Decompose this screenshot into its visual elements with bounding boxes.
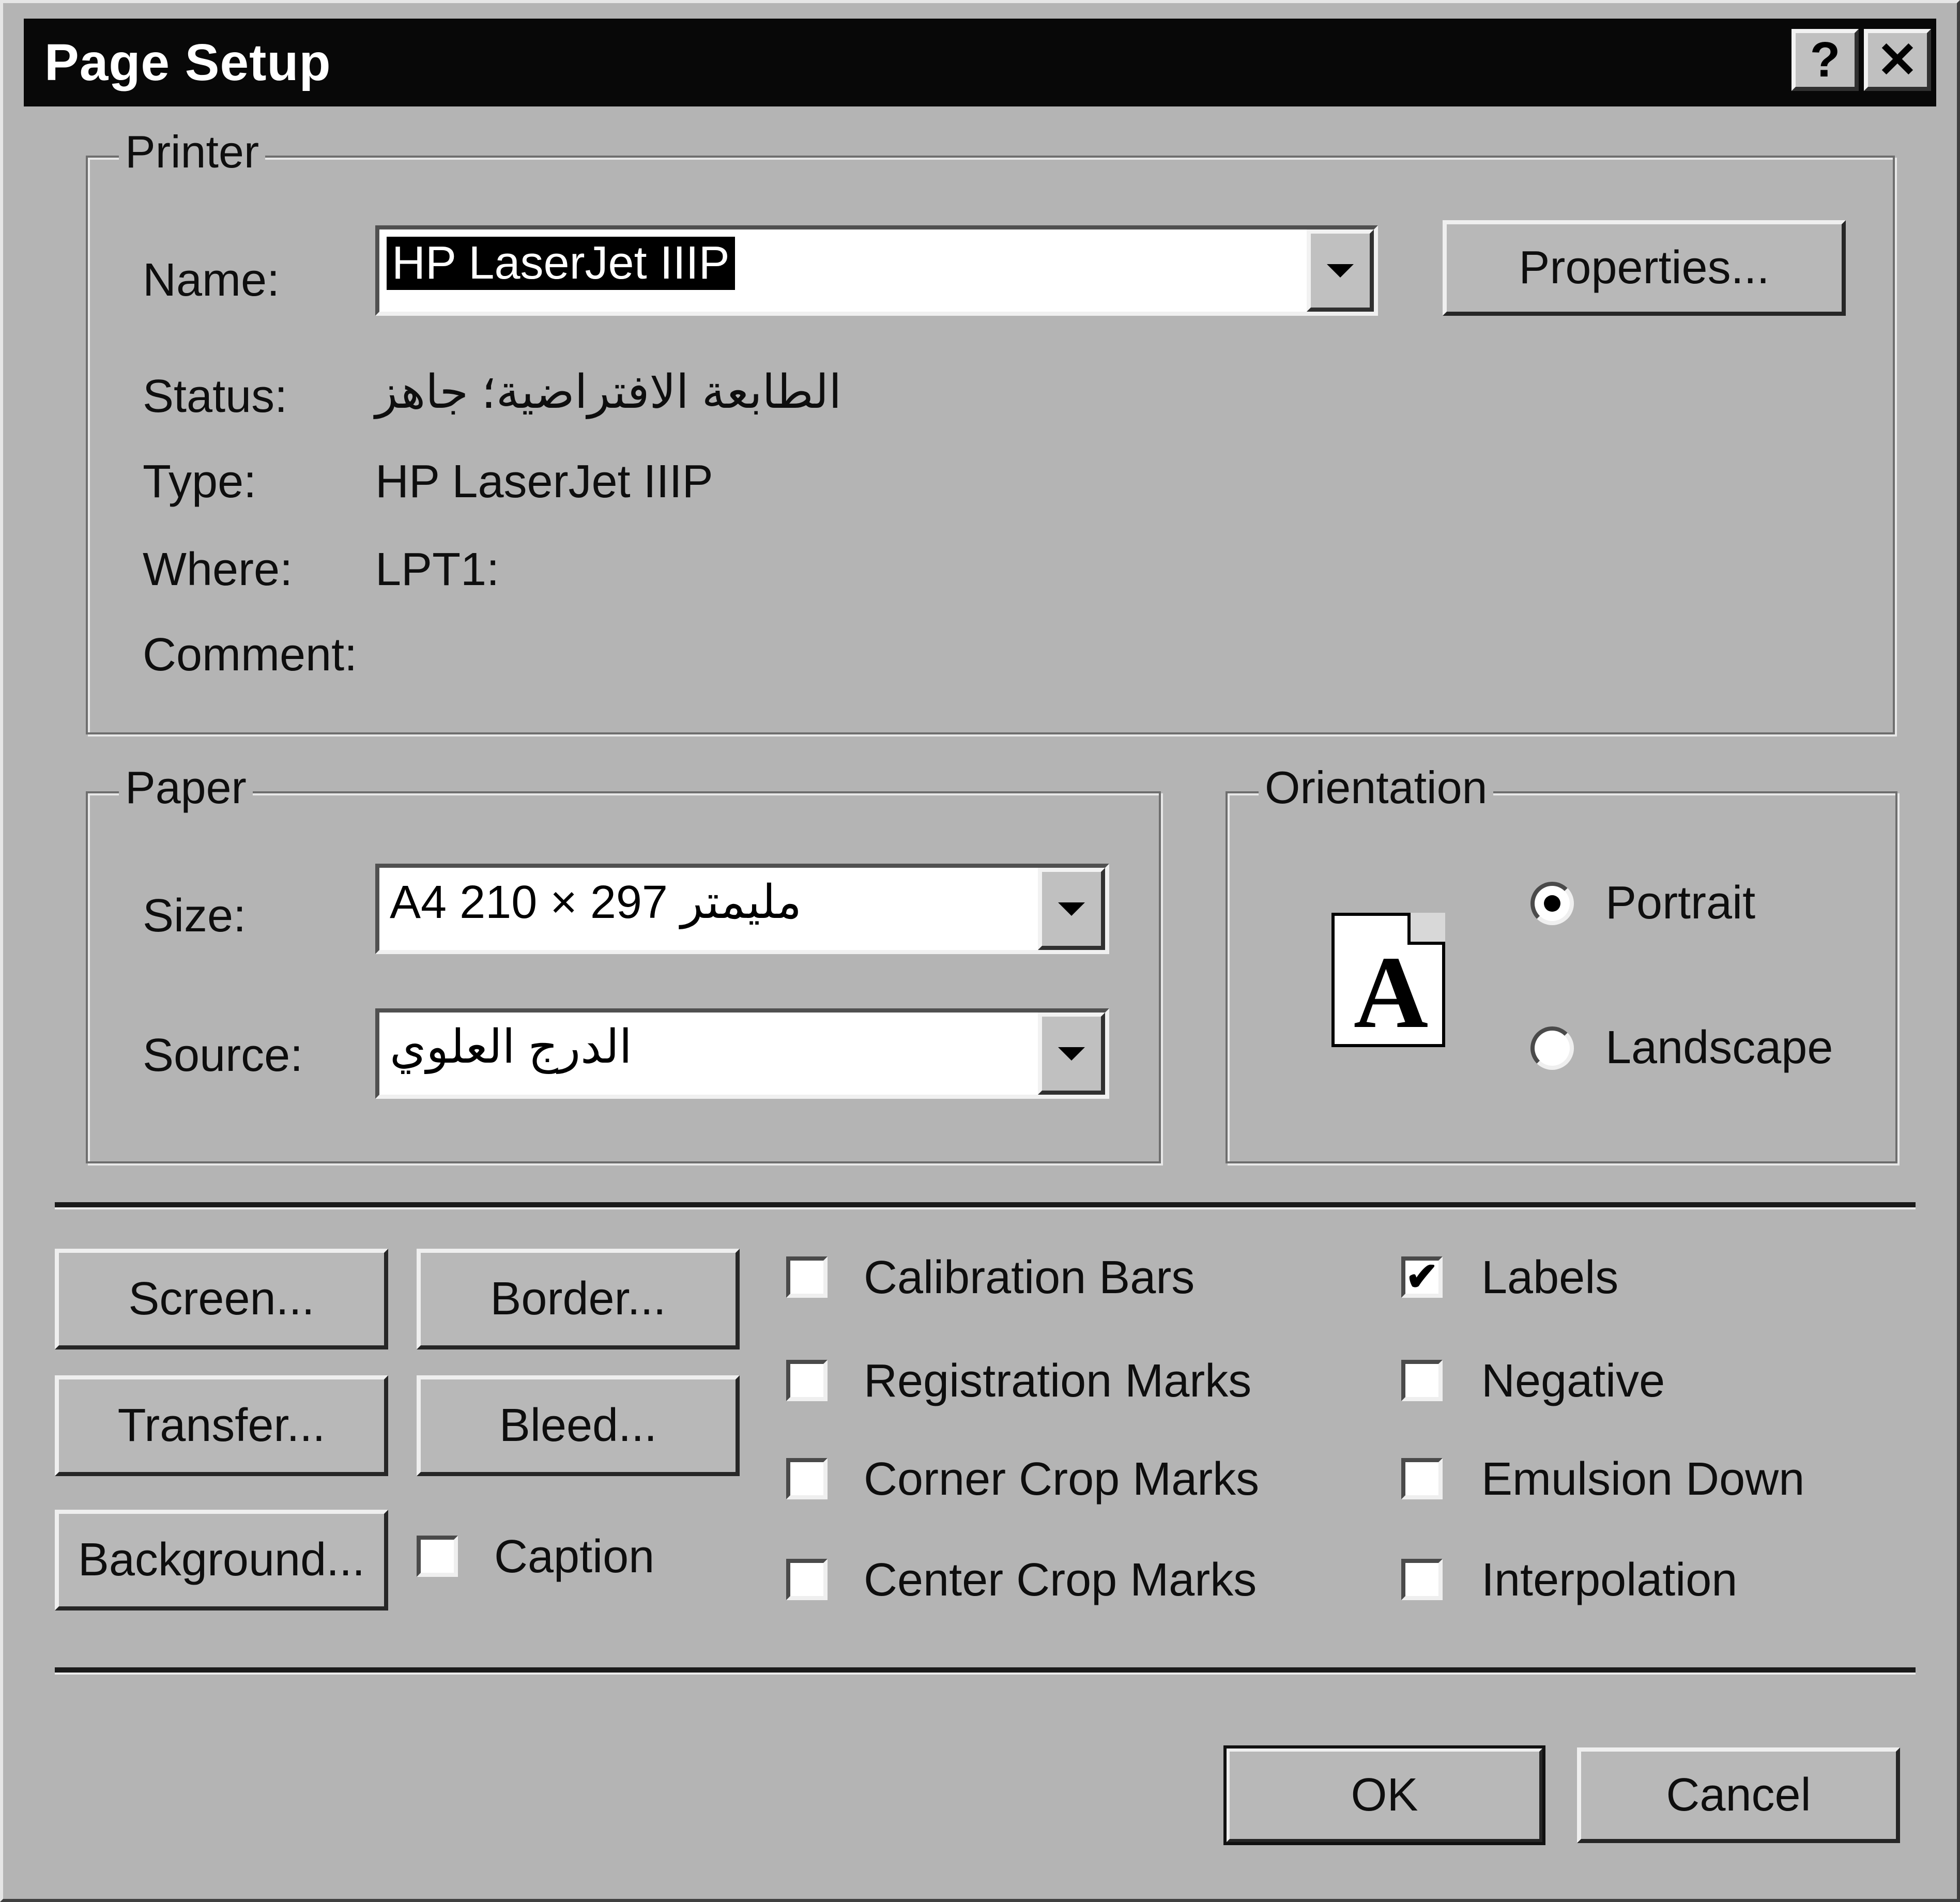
checkmark-icon: ✔ <box>1405 1255 1438 1299</box>
paper-source-value: الدرج العلوي <box>390 1021 632 1073</box>
help-button[interactable]: ? <box>1791 29 1859 91</box>
caption-label[interactable]: Caption <box>494 1530 654 1584</box>
emulsion-down-label[interactable]: Emulsion Down <box>1481 1453 1804 1506</box>
bleed-button[interactable]: Bleed... <box>417 1375 740 1476</box>
orientation-legend: Orientation <box>1259 761 1494 814</box>
background-button-label: Background... <box>78 1534 365 1586</box>
transfer-button[interactable]: Transfer... <box>55 1375 388 1476</box>
window-title: Page Setup <box>44 34 331 91</box>
labels-checkbox[interactable]: ✔ <box>1401 1256 1443 1298</box>
landscape-label[interactable]: Landscape <box>1605 1021 1833 1075</box>
printer-legend: Printer <box>119 126 266 178</box>
printer-name-label: Name: <box>143 254 280 306</box>
negative-checkbox[interactable] <box>1401 1360 1443 1401</box>
caption-checkbox[interactable] <box>417 1536 458 1577</box>
separator-bottom <box>55 1667 1916 1675</box>
chevron-down-icon <box>1058 902 1085 916</box>
portrait-label[interactable]: Portrait <box>1605 877 1755 930</box>
interpolation-checkbox[interactable] <box>1401 1559 1443 1600</box>
printer-name-dropdown-arrow[interactable] <box>1307 229 1374 312</box>
comment-label: Comment: <box>143 629 358 681</box>
registration-marks-label[interactable]: Registration Marks <box>864 1355 1251 1408</box>
ok-button[interactable]: OK <box>1223 1745 1545 1845</box>
status-label: Status: <box>143 371 288 422</box>
corner-crop-marks-label[interactable]: Corner Crop Marks <box>864 1453 1259 1506</box>
calibration-bars-label[interactable]: Calibration Bars <box>864 1251 1195 1305</box>
screen-button-label: Screen... <box>128 1273 315 1325</box>
page-setup-dialog: Page Setup ? ✕ Printer Name: HP LaserJet… <box>0 0 1960 1902</box>
title-bar[interactable]: Page Setup ? ✕ <box>24 19 1936 106</box>
paper-size-value: A4 210 × 297 مليمتر <box>390 877 802 928</box>
portrait-radio[interactable] <box>1530 882 1574 925</box>
page-letter-icon: A <box>1353 935 1429 1050</box>
center-crop-marks-checkbox[interactable] <box>786 1559 828 1600</box>
chevron-down-icon <box>1058 1047 1085 1061</box>
printer-name-dropdown[interactable]: HP LaserJet IIIP <box>375 225 1378 316</box>
chevron-down-icon <box>1327 264 1354 278</box>
corner-crop-marks-checkbox[interactable] <box>786 1458 828 1499</box>
background-button[interactable]: Background... <box>55 1510 388 1610</box>
paper-size-label: Size: <box>143 890 247 942</box>
paper-source-label: Source: <box>143 1030 303 1081</box>
where-value: LPT1: <box>375 544 500 595</box>
negative-label[interactable]: Negative <box>1481 1355 1665 1408</box>
ok-button-label: OK <box>1351 1769 1418 1821</box>
emulsion-down-checkbox[interactable] <box>1401 1458 1443 1499</box>
radio-selected-dot <box>1544 895 1560 912</box>
transfer-button-label: Transfer... <box>117 1400 326 1451</box>
border-button-label: Border... <box>490 1273 666 1325</box>
type-value: HP LaserJet IIIP <box>375 456 713 508</box>
bleed-button-label: Bleed... <box>499 1400 657 1451</box>
close-icon: ✕ <box>1876 33 1919 88</box>
where-label: Where: <box>143 544 293 595</box>
properties-button[interactable]: Properties... <box>1443 220 1846 316</box>
landscape-radio[interactable] <box>1530 1026 1574 1070</box>
paper-size-dropdown[interactable]: A4 210 × 297 مليمتر <box>375 864 1109 954</box>
separator-top <box>55 1202 1916 1209</box>
paper-size-dropdown-arrow[interactable] <box>1038 868 1105 950</box>
cancel-button[interactable]: Cancel <box>1577 1747 1900 1843</box>
paper-source-dropdown-arrow[interactable] <box>1038 1013 1105 1095</box>
close-button[interactable]: ✕ <box>1864 29 1931 91</box>
labels-label[interactable]: Labels <box>1481 1251 1618 1305</box>
cancel-button-label: Cancel <box>1666 1769 1811 1821</box>
paper-source-dropdown[interactable]: الدرج العلوي <box>375 1008 1109 1099</box>
orientation-group: Orientation <box>1226 761 1897 1163</box>
paper-group: Paper <box>86 761 1161 1163</box>
center-crop-marks-label[interactable]: Center Crop Marks <box>864 1554 1257 1607</box>
properties-button-label: Properties... <box>1519 242 1770 294</box>
border-button[interactable]: Border... <box>417 1249 740 1349</box>
interpolation-label[interactable]: Interpolation <box>1481 1554 1737 1607</box>
screen-button[interactable]: Screen... <box>55 1249 388 1349</box>
status-value: الطابعة الافتراضية؛ جاهز <box>375 366 842 418</box>
registration-marks-checkbox[interactable] <box>786 1360 828 1401</box>
paper-legend: Paper <box>119 761 253 814</box>
printer-name-value: HP LaserJet IIIP <box>387 237 735 290</box>
help-icon: ? <box>1810 32 1841 87</box>
calibration-bars-checkbox[interactable] <box>786 1256 828 1298</box>
type-label: Type: <box>143 456 257 508</box>
